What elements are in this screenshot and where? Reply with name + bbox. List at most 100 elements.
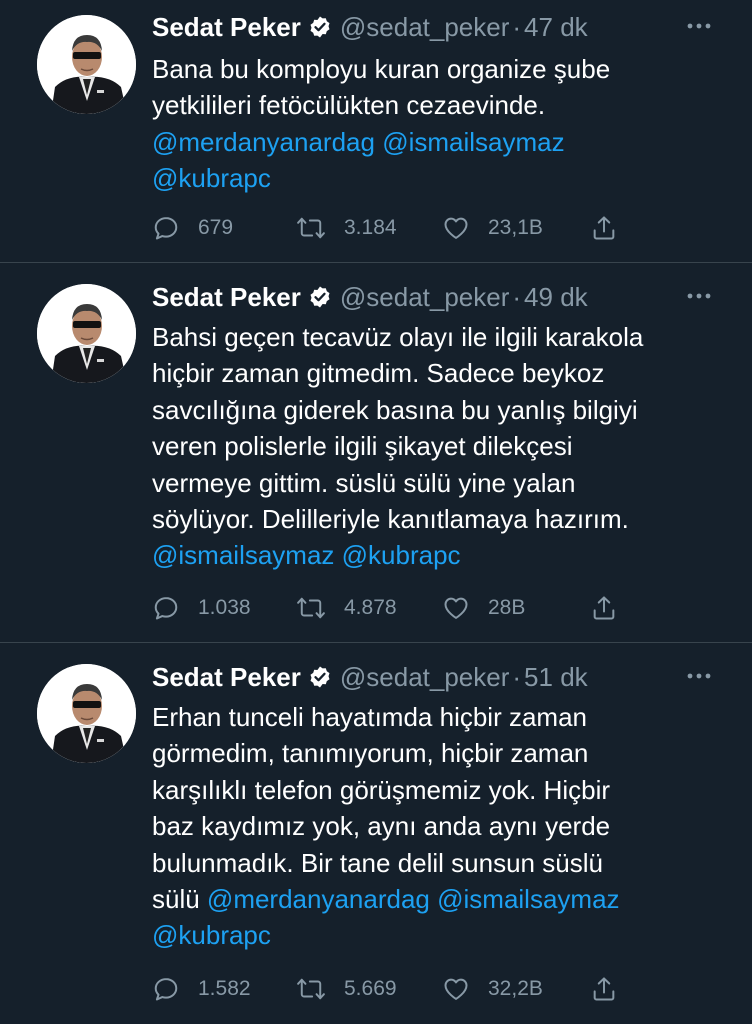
tweet-text-segment: Erhan tunceli hayatımda hiçbir zaman <box>152 702 588 732</box>
tweet-text-segment: savcılığına giderek basına bu yanlış bil… <box>152 394 638 425</box>
share-icon <box>593 596 615 620</box>
user-handle[interactable]: @sedat_peker <box>340 282 510 313</box>
tweet-actions: 1.582 5.669 32,2B <box>152 971 642 1007</box>
tweet-text: Bahsi geçen tecavüz olayı ile ilgili kar… <box>152 319 732 574</box>
reply-count: 1.038 <box>198 596 251 619</box>
tweet-text-line: bulunmadık. Bir tane delil sunsun süslü <box>152 845 732 881</box>
tweet-text-line: @ismailsaymaz @kubrapc <box>152 537 732 573</box>
avatar[interactable] <box>37 664 136 763</box>
verified-badge-icon <box>308 15 332 39</box>
tweet-text-segment: hiçbir zaman gitmedim. Sadece beykoz <box>152 358 605 389</box>
like-heart-icon <box>444 217 468 239</box>
tweet[interactable]: Sedat Peker @sedat_peker · 51 dk Erhan t… <box>0 643 752 1024</box>
retweet-count: 5.669 <box>344 977 397 1000</box>
tweet-text-segment: yetkilileri fetöcülükten cezaevinde. <box>152 90 546 121</box>
retweet-icon <box>297 597 325 619</box>
retweet-button[interactable]: 5.669 <box>296 971 397 1007</box>
mention-link[interactable]: @merdanyanardag @ismailsaymaz <box>207 884 620 914</box>
reply-icon <box>154 217 178 240</box>
tweet-text-segment: Bahsi geçen tecavüz olayı ile ilgili kar… <box>152 322 644 352</box>
tweet-text-line: söylüyor. Delilleriyle kanıtlamaya hazır… <box>152 501 732 537</box>
like-count: 32,2B <box>488 977 543 1000</box>
mention-link[interactable]: @ismailsaymaz @kubrapc <box>152 540 461 570</box>
tweet[interactable]: Sedat Peker @sedat_peker · 47 dk Bana bu… <box>0 0 752 263</box>
tweet-actions: 1.038 4.878 28B <box>152 590 642 626</box>
tweet-text: Erhan tunceli hayatımda hiçbir zaman görm… <box>152 699 732 954</box>
tweet-text-line: savcılığına giderek basına bu yanlış bil… <box>152 392 732 428</box>
share-button[interactable] <box>590 971 618 1007</box>
tweet-text-segment: vermeye gittim. süslü sülü yine yalan <box>152 467 576 498</box>
tweet-text-segment: sülü <box>152 884 207 915</box>
display-name[interactable]: Sedat Peker <box>152 12 301 43</box>
verified-badge-icon <box>308 285 332 309</box>
tweet-text-line: Bahsi geçen tecavüz olayı ile ilgili kar… <box>152 319 732 355</box>
more-options-icon[interactable] <box>684 11 714 41</box>
share-button[interactable] <box>590 590 618 626</box>
retweet-count: 3.184 <box>344 216 397 239</box>
more-options-icon[interactable] <box>684 661 714 691</box>
reply-button[interactable]: 1.582 <box>152 971 251 1007</box>
verified-badge-icon <box>308 665 332 689</box>
tweet-actions: 679 3.184 23,1B <box>152 210 642 246</box>
tweet-text: Bana bu komployu kuran organize şube yetk… <box>152 51 732 197</box>
separator-dot: · <box>512 281 522 312</box>
avatar[interactable] <box>37 15 136 114</box>
tweet-text-segment: karşılıklı telefon görüşmemiz yok. Hiçbi… <box>152 774 611 805</box>
like-heart-icon <box>444 597 468 619</box>
tweet-text-line: baz kaydımız yok, aynı anda aynı yerde <box>152 808 732 844</box>
like-count: 23,1B <box>488 216 543 239</box>
tweet-text-segment: söylüyor. Delilleriyle kanıtlamaya hazır… <box>152 504 629 535</box>
tweet-text-segment: bulunmadık. Bir tane delil sunsun süslü <box>152 847 603 878</box>
tweet-text-line: Bana bu komployu kuran organize şube <box>152 51 732 87</box>
retweet-icon <box>297 978 325 1000</box>
like-button[interactable]: 28B <box>442 590 525 626</box>
tweet-text-line: Erhan tunceli hayatımda hiçbir zaman <box>152 699 732 735</box>
like-button[interactable]: 32,2B <box>442 971 543 1007</box>
tweet-text-line: hiçbir zaman gitmedim. Sadece beykoz <box>152 355 732 391</box>
share-button[interactable] <box>590 210 618 246</box>
tweet[interactable]: Sedat Peker @sedat_peker · 49 dk Bahsi g… <box>0 263 752 643</box>
tweet-text-line: @kubrapc <box>152 160 732 196</box>
tweet-text-line: görmedim, tanımıyorum, hiçbir zaman <box>152 735 732 771</box>
tweet-text-segment: Bana bu komployu kuran organize şube <box>152 54 611 84</box>
more-options-icon[interactable] <box>684 281 714 311</box>
tweet-feed: Sedat Peker @sedat_peker · 47 dk Bana bu… <box>0 0 752 1024</box>
avatar[interactable] <box>37 284 136 383</box>
display-name[interactable]: Sedat Peker <box>152 282 301 313</box>
like-button[interactable]: 23,1B <box>442 210 543 246</box>
separator-dot: · <box>512 661 522 692</box>
reply-icon <box>154 597 178 620</box>
retweet-icon <box>297 217 325 239</box>
reply-count: 679 <box>198 216 234 239</box>
avatar-photo <box>37 664 136 763</box>
mention-link[interactable]: @merdanyanardag @ismailsaymaz <box>152 127 565 157</box>
reply-icon <box>154 978 178 1001</box>
tweet-text-line: yetkilileri fetöcülükten cezaevinde. <box>152 87 732 123</box>
like-heart-icon <box>444 978 468 1000</box>
timestamp[interactable]: 49 dk <box>524 282 588 313</box>
share-icon <box>593 977 615 1001</box>
mention-link[interactable]: @kubrapc <box>152 163 271 193</box>
user-handle[interactable]: @sedat_peker <box>340 662 510 693</box>
reply-button[interactable]: 679 <box>152 210 233 246</box>
share-icon <box>593 216 615 240</box>
tweet-text-line: @kubrapc <box>152 917 732 953</box>
reply-button[interactable]: 1.038 <box>152 590 251 626</box>
tweet-text-line: @merdanyanardag @ismailsaymaz <box>152 124 732 160</box>
timestamp[interactable]: 51 dk <box>524 662 588 693</box>
like-count: 28B <box>488 596 526 619</box>
retweet-button[interactable]: 4.878 <box>296 590 397 626</box>
retweet-button[interactable]: 3.184 <box>296 210 397 246</box>
tweet-text-line: karşılıklı telefon görüşmemiz yok. Hiçbi… <box>152 772 732 808</box>
tweet-text-line: vermeye gittim. süslü sülü yine yalan <box>152 465 732 501</box>
avatar-photo <box>37 284 136 383</box>
separator-dot: · <box>512 11 522 42</box>
tweet-text-line: sülü @merdanyanardag @ismailsaymaz <box>152 881 732 917</box>
user-handle[interactable]: @sedat_peker <box>340 12 510 43</box>
retweet-count: 4.878 <box>344 596 397 619</box>
mention-link[interactable]: @kubrapc <box>152 920 271 950</box>
tweet-text-segment: görmedim, tanımıyorum, hiçbir zaman <box>152 738 589 769</box>
display-name[interactable]: Sedat Peker <box>152 662 301 693</box>
tweet-text-segment: baz kaydımız yok, aynı anda aynı yerde <box>152 811 611 842</box>
timestamp[interactable]: 47 dk <box>524 12 588 43</box>
